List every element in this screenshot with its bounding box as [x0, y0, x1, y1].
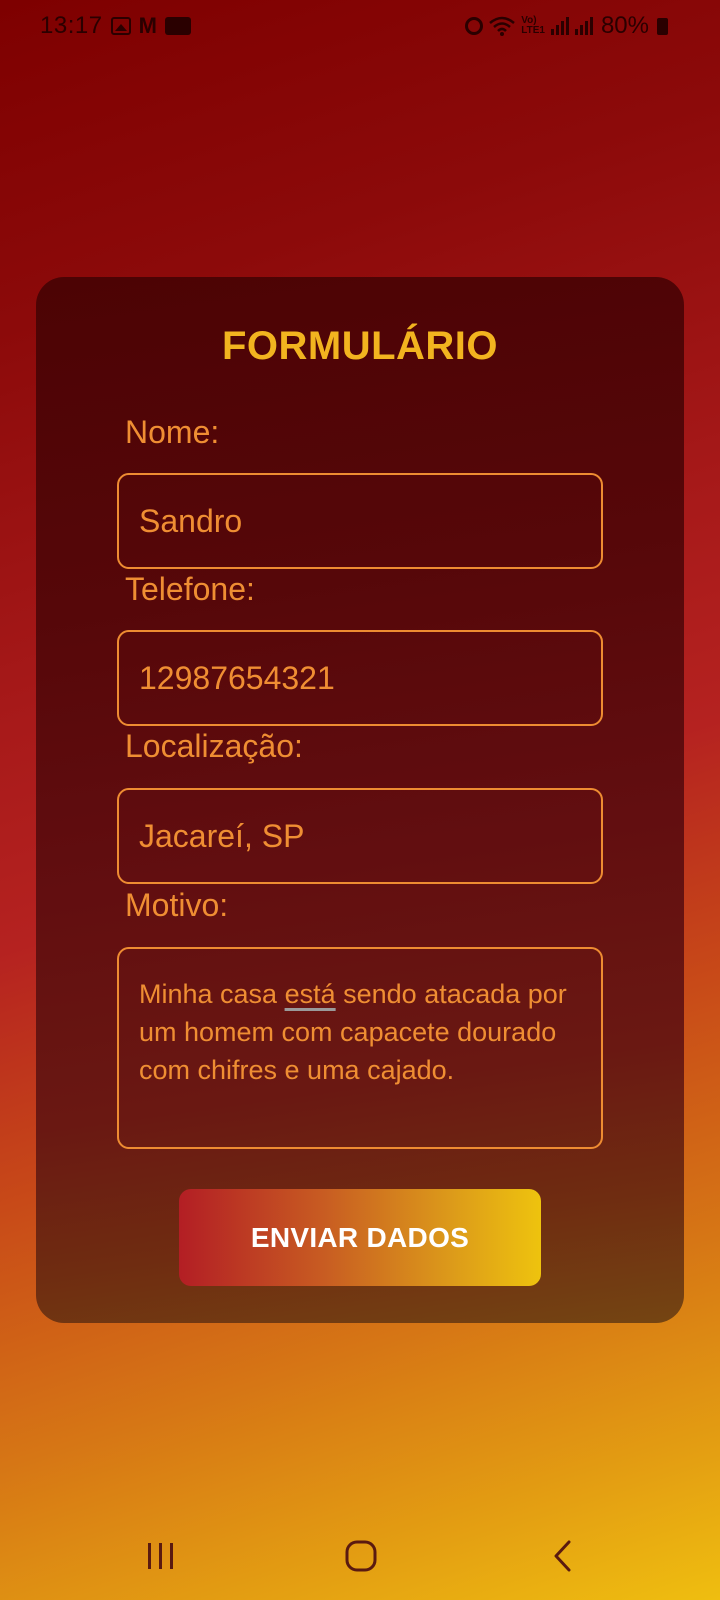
motivo-text-part1: Minha casa: [139, 979, 285, 1009]
recent-apps-button[interactable]: [121, 1520, 201, 1592]
photo-icon: [110, 17, 131, 35]
alarm-icon: [465, 17, 484, 35]
nome-label: Nome:: [125, 414, 220, 450]
recent-apps-icon: [148, 1543, 173, 1569]
camera-app-icon: [164, 17, 191, 35]
back-button[interactable]: [523, 1520, 603, 1592]
signal-icon-2: [574, 17, 593, 35]
status-right: Vo) LTE1 80%: [465, 12, 668, 40]
motivo-text-underlined: está: [284, 979, 336, 1009]
enviar-dados-button[interactable]: ENVIAR DADOS: [179, 1189, 541, 1286]
form-card: FORMULÁRIO Nome: Telefone: Localização: …: [36, 277, 684, 1323]
home-icon: [345, 1540, 377, 1572]
status-bar: 13:17 M Vo) LTE1 80%: [0, 0, 720, 54]
localizacao-input[interactable]: [117, 788, 603, 884]
battery-percent: 80%: [600, 12, 649, 39]
battery-icon: [657, 17, 668, 35]
telefone-input[interactable]: [117, 630, 603, 726]
nome-input[interactable]: [117, 473, 603, 569]
wifi-icon: [489, 16, 516, 36]
status-left: 13:17 M: [40, 12, 191, 40]
form-title: FORMULÁRIO: [221, 324, 499, 368]
home-button[interactable]: [321, 1520, 401, 1592]
signal-icon-1: [550, 17, 569, 35]
motivo-label: Motivo:: [125, 887, 229, 923]
navigation-bar: [0, 1520, 720, 1600]
telefone-label: Telefone:: [125, 571, 255, 607]
back-icon: [554, 1540, 571, 1572]
motivo-textarea[interactable]: Minha casa está sendo atacada por um hom…: [117, 947, 603, 1149]
gmail-icon: M: [138, 13, 157, 38]
volte-icon: Vo) LTE1: [521, 16, 545, 36]
localizacao-label: Localização:: [125, 728, 303, 764]
status-time: 13:17: [40, 12, 103, 39]
volte-bottom-text: LTE1: [521, 25, 545, 36]
